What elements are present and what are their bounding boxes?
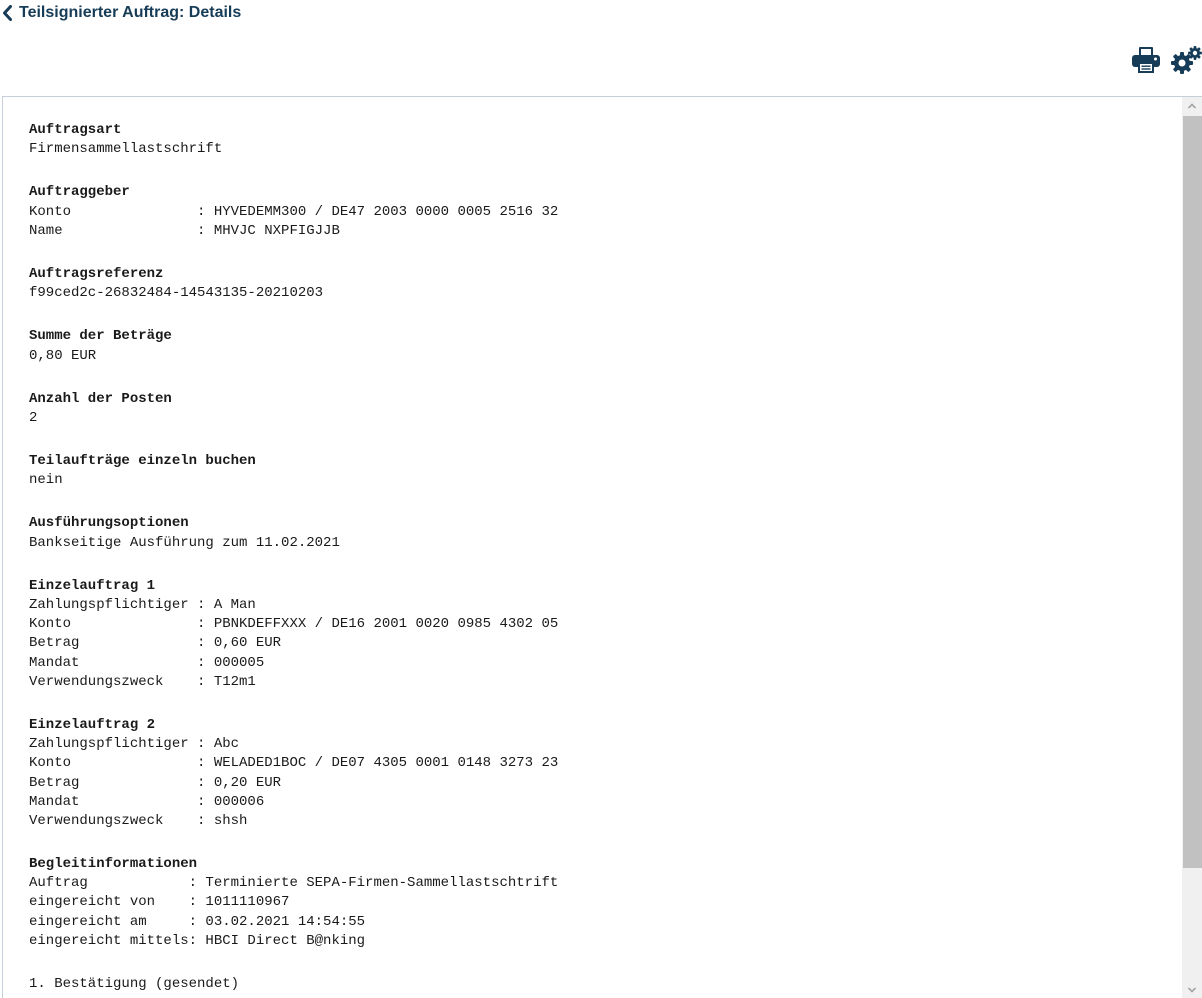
section-ausfuehrungsoptionen: Ausführungsoptionen Bankseitige Ausführu…	[29, 514, 1169, 552]
detail-line: Name : MHVJC NXPFIGJJB	[29, 222, 340, 239]
page-title: Teilsignierter Auftrag: Details	[19, 4, 242, 21]
section-einzelauftrag-1: Einzelauftrag 1 Zahlungspflichtiger : A …	[29, 577, 1169, 692]
detail-line: 2	[29, 409, 38, 426]
section-title: Auftragsart	[29, 122, 122, 138]
detail-line: Mandat : 000005	[29, 654, 265, 671]
section-title: Ausführungsoptionen	[29, 515, 189, 532]
section-begleitinformationen: Begleitinformationen Auftrag : Terminier…	[29, 855, 1169, 951]
gears-icon	[1171, 45, 1202, 80]
chevron-left-icon	[2, 5, 12, 21]
section-title: Teilaufträge einzeln buchen	[29, 453, 256, 470]
section-title: Begleitinformationen	[29, 856, 198, 873]
detail-line: eingereicht mittels: HBCI Direct B@nking	[29, 932, 366, 949]
section-auftraggeber: Auftraggeber Konto : HYVEDEMM300 / DE47 …	[29, 183, 1169, 241]
detail-line: 1. Bestätigung (gesendet)	[29, 976, 240, 992]
chevron-up-icon	[1187, 97, 1197, 115]
detail-line: Konto : HYVEDEMM300 / DE47 2003 0000 000…	[29, 203, 559, 220]
section-bestaetigung: 1. Bestätigung (gesendet)	[29, 975, 1169, 994]
detail-line: Verwendungszweck : shsh	[29, 812, 248, 829]
details-panel: Auftragsart Firmensammellastschrift Auft…	[2, 96, 1202, 998]
section-title: Einzelauftrag 1	[29, 577, 156, 594]
printer-icon	[1131, 46, 1161, 79]
section-summe: Summe der Beträge 0,80 EUR	[29, 327, 1169, 365]
section-teilauftraege: Teilaufträge einzeln buchen nein	[29, 452, 1169, 490]
detail-line: eingereicht von : 1011110967	[29, 894, 290, 911]
detail-line: nein	[29, 472, 63, 489]
order-details-text: Auftragsart Firmensammellastschrift Auft…	[29, 121, 1169, 998]
section-auftragsart: Auftragsart Firmensammellastschrift	[29, 121, 1169, 159]
detail-line: Firmensammellastschrift	[29, 141, 223, 158]
detail-line: Verwendungszweck : T12m1	[29, 673, 256, 690]
detail-line: f99ced2c-26832484-14543135-20210203	[29, 285, 324, 302]
detail-line: Zahlungspflichtiger : Abc	[29, 736, 240, 753]
detail-line: Konto : PBNKDEFFXXX / DE16 2001 0020 098…	[29, 616, 559, 633]
section-title: Auftragsreferenz	[29, 265, 164, 282]
detail-line: 0,80 EUR	[29, 347, 97, 364]
scroll-down-button[interactable]	[1182, 981, 1202, 998]
scroll-thumb[interactable]	[1183, 116, 1202, 868]
section-title: Summe der Beträge	[29, 328, 172, 345]
detail-line: Konto : WELADED1BOC / DE07 4305 0001 014…	[29, 755, 559, 772]
detail-line: Zahlungspflichtiger : A Man	[29, 597, 256, 613]
section-title: Anzahl der Posten	[29, 390, 172, 407]
detail-line: eingereicht am : 03.02.2021 14:54:55	[29, 913, 366, 930]
section-title: Einzelauftrag 2	[29, 716, 156, 733]
page-header: Teilsignierter Auftrag: Details	[0, 0, 1202, 96]
back-link[interactable]: Teilsignierter Auftrag: Details	[2, 2, 241, 24]
section-title: Auftraggeber	[29, 184, 130, 201]
scroll-up-button[interactable]	[1182, 97, 1202, 115]
section-auftragsreferenz: Auftragsreferenz f99ced2c-26832484-14543…	[29, 265, 1169, 303]
section-einzelauftrag-2: Einzelauftrag 2 Zahlungspflichtiger : Ab…	[29, 716, 1169, 831]
settings-button[interactable]	[1170, 44, 1202, 80]
detail-line: Betrag : 0,20 EUR	[29, 774, 282, 791]
vertical-scrollbar[interactable]	[1182, 97, 1202, 998]
section-anzahl: Anzahl der Posten 2	[29, 390, 1169, 428]
detail-line: Auftrag : Terminierte SEPA-Firmen-Sammel…	[29, 875, 559, 892]
chevron-down-icon	[1187, 981, 1197, 998]
detail-line: Mandat : 000006	[29, 793, 265, 810]
detail-line: Bankseitige Ausführung zum 11.02.2021	[29, 534, 340, 551]
detail-line: Betrag : 0,60 EUR	[29, 635, 282, 652]
print-button[interactable]	[1129, 44, 1163, 80]
